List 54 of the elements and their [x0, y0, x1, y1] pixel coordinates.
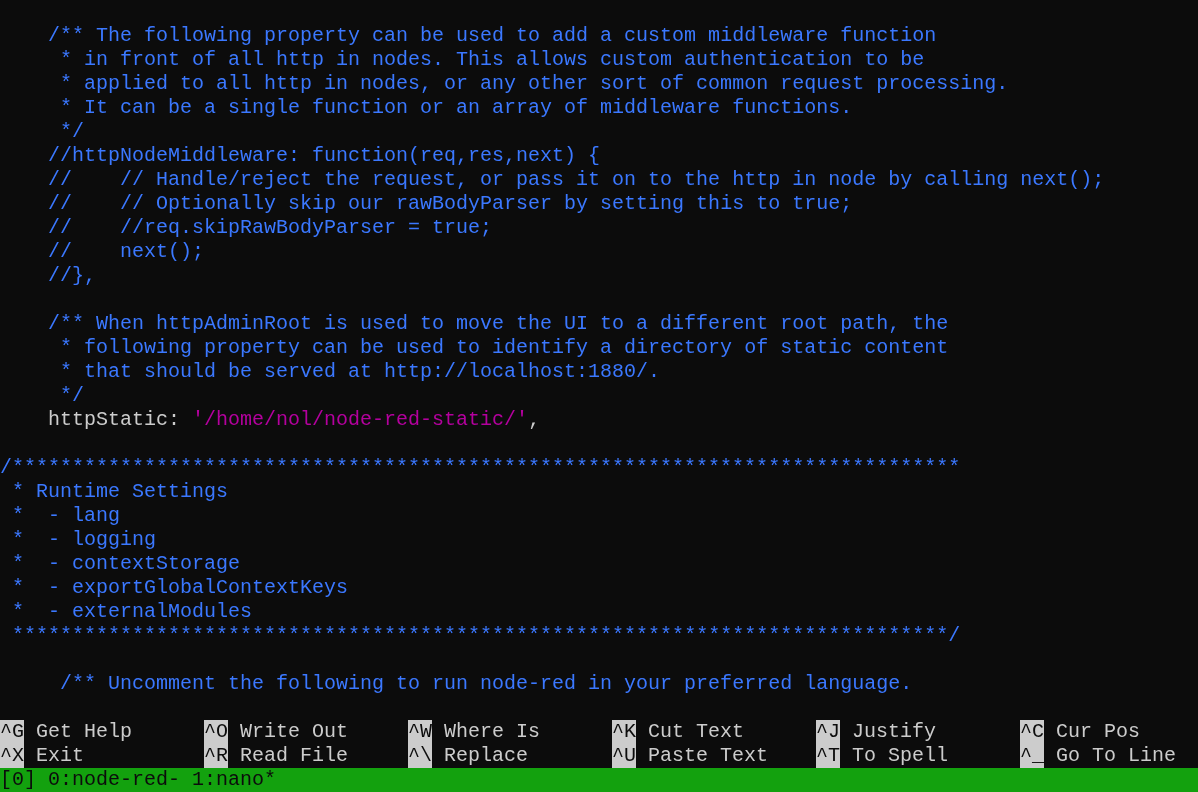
shortcut-label: Write Out — [240, 720, 349, 744]
shortcut-label: Read File — [240, 744, 349, 768]
code-comment: //httpNodeMiddleware: function(req,res,next) { — [48, 144, 601, 168]
shortcut-key: ^T — [816, 744, 840, 768]
code-comment: * - lang — [12, 504, 121, 528]
code-comment: /** Uncomment the following to run node-red in your preferred language. — [60, 672, 913, 696]
shortcut-key: ^K — [612, 720, 636, 744]
code-comment: // //req.skipRawBodyParser = true; — [48, 216, 493, 240]
window-label: 0:node-red- — [48, 768, 181, 792]
code-comment: //}, — [48, 264, 97, 288]
shortcut-key: ^W — [408, 720, 432, 744]
shortcut-key: ^R — [204, 744, 228, 768]
code-comment: // next(); — [48, 240, 205, 264]
code-comment: /** The following property can be used to add a custom middleware function — [48, 24, 937, 48]
shortcut-label: Go To Line — [1056, 744, 1177, 768]
code-comment: */ — [60, 384, 85, 408]
shortcut-label: Get Help — [36, 720, 133, 744]
shortcut-label: Cur Pos — [1056, 720, 1141, 744]
code-comment: /******************************************************************************* — [0, 456, 961, 480]
code-comment: * - contextStorage — [12, 552, 241, 576]
shortcut-key: ^J — [816, 720, 840, 744]
shortcut-label: Paste Text — [648, 744, 769, 768]
code-comment: * in front of all http in nodes. This allows custom authentication to be — [60, 48, 925, 72]
shortcut-key: ^C — [1020, 720, 1044, 744]
shortcut-label: Exit — [36, 744, 85, 768]
code-comment: * that should be served at http://localhost:1880/. — [60, 360, 661, 384]
code-comment: * It can be a single function or an array of middleware functions. — [60, 96, 853, 120]
shortcut-label: To Spell — [852, 744, 949, 768]
shortcut-label: Cut Text — [648, 720, 745, 744]
shortcut-key: ^X — [0, 744, 24, 768]
code-comment: * Runtime Settings — [12, 480, 229, 504]
shortcut-label: Where Is — [444, 720, 541, 744]
code-text: httpStatic: — [48, 408, 181, 432]
shortcut-key: ^_ — [1020, 744, 1044, 768]
code-comment: * - externalModules — [12, 600, 253, 624]
code-comment: /** When httpAdminRoot is used to move the UI to a different root path, the — [48, 312, 949, 336]
window-label: 1:nano* — [192, 768, 277, 792]
string-literal: '/home/nol/node-red-static/' — [192, 408, 529, 432]
shortcut-label: Replace — [444, 744, 529, 768]
shortcut-label: Justify — [852, 720, 937, 744]
code-text: , — [528, 408, 541, 432]
shortcut-key: ^U — [612, 744, 636, 768]
code-comment: * - exportGlobalContextKeys — [12, 576, 349, 600]
code-comment: * - logging — [12, 528, 157, 552]
code-comment: // // Handle/reject the request, or pass it on to the http in node by calling next(); — [48, 168, 1105, 192]
shortcut-key: ^G — [0, 720, 24, 744]
code-comment: ******************************************************************************/ — [12, 624, 961, 648]
shortcut-key: ^\ — [408, 744, 432, 768]
session-label: [0] — [0, 768, 36, 792]
code-comment: */ — [60, 120, 85, 144]
code-comment: // // Optionally skip our rawBodyParser by setting this to true; — [48, 192, 853, 216]
shortcut-key: ^O — [204, 720, 228, 744]
code-comment: * following property can be used to identify a directory of static content — [60, 336, 949, 360]
code-comment: * applied to all http in nodes, or any other sort of common request processing. — [60, 72, 1009, 96]
